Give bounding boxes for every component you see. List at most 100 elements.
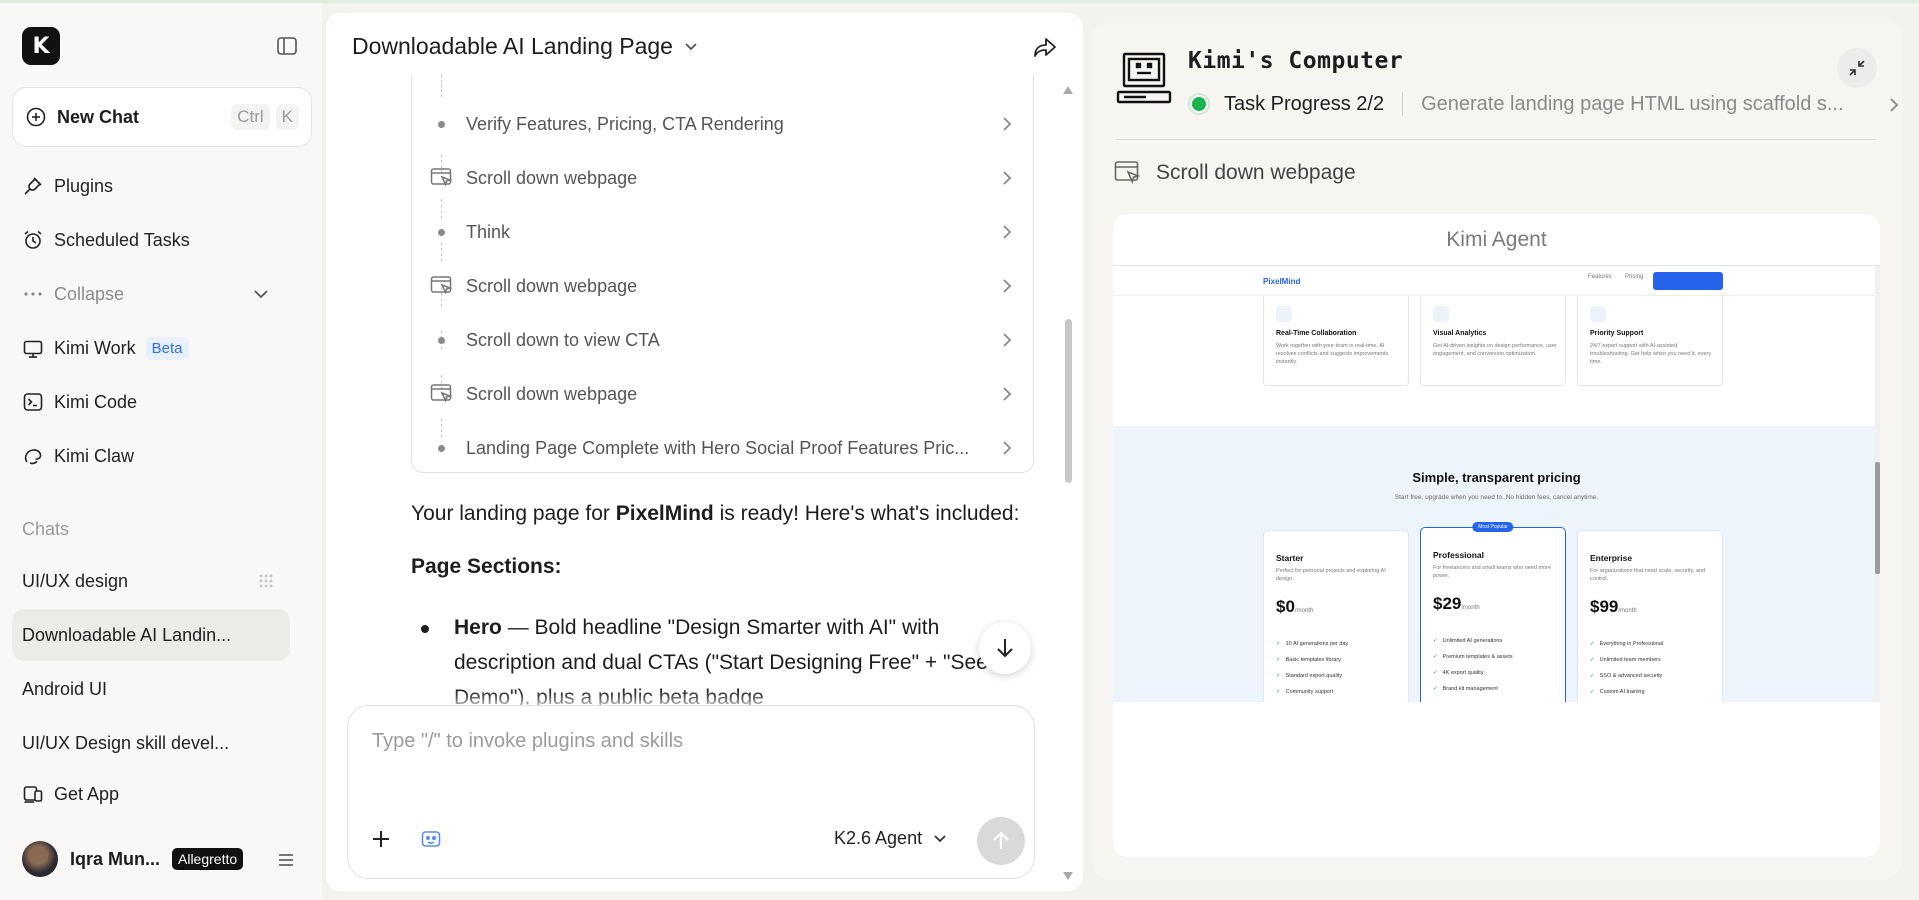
plan-price-value: $29: [1433, 594, 1462, 613]
plug-icon: [24, 177, 42, 195]
site-brand: PixelMind: [1263, 277, 1301, 286]
kimis-computer-panel: Kimi's Computer Task Progress 2/2 Genera…: [1092, 22, 1902, 878]
list-bullet: [421, 625, 429, 633]
plan-feature: 4K export quality: [1433, 670, 1484, 676]
plan-name: Professional: [1433, 550, 1485, 560]
beta-badge: Beta: [145, 337, 189, 360]
divider: [1402, 92, 1404, 116]
users-icon: [1276, 306, 1292, 322]
chevron-right-icon: [1003, 333, 1012, 347]
send-button[interactable]: [977, 817, 1025, 865]
step-item[interactable]: Verify Features, Pricing, CTA Rendering: [412, 97, 1035, 151]
browser-title: Kimi Agent: [1113, 214, 1880, 266]
plan-feature: Unlimited AI generations: [1433, 638, 1503, 644]
chevron-down-icon: [254, 290, 268, 299]
plan-price: $29/month: [1433, 594, 1480, 614]
feature-title: Visual Analytics: [1433, 330, 1487, 337]
feature-title: Priority Support: [1590, 330, 1644, 337]
chevron-right-icon: [1003, 387, 1012, 401]
hamburger-menu-icon[interactable]: [276, 851, 296, 869]
step-item[interactable]: Scroll down webpage: [412, 367, 1035, 421]
plan-badge: Allegretto: [172, 848, 244, 870]
pricing-card-professional: Most Popular Professional For freelancer…: [1420, 522, 1566, 702]
chevron-right-icon: [1003, 117, 1012, 131]
sidebar-item-scheduled-tasks[interactable]: Scheduled Tasks: [22, 229, 190, 251]
browser-viewport: Kimi Agent Real-Time Collaboration Work …: [1113, 214, 1880, 857]
plan-price-value: $0: [1276, 597, 1295, 616]
status-indicator: [1188, 93, 1210, 115]
header-divider: [1116, 139, 1876, 140]
site-nav-link[interactable]: Features: [1588, 274, 1612, 280]
chat-item-label: UI/UX Design skill devel...: [22, 732, 230, 753]
plus-icon[interactable]: [370, 828, 392, 850]
sidebar-toggle-icon[interactable]: [276, 35, 298, 57]
step-item[interactable]: Landing Page Complete with Hero Social P…: [412, 421, 1035, 475]
scroll-down-arrow-icon[interactable]: [1062, 871, 1074, 881]
sidebar-item-label: Kimi Claw: [54, 445, 135, 466]
sidebar-item-kimi-claw[interactable]: Kimi Claw: [22, 445, 134, 467]
collapse-panel-button[interactable]: [1837, 48, 1877, 88]
chat-item-label: Android UI: [22, 678, 108, 699]
scroll-to-bottom-button[interactable]: [979, 622, 1031, 674]
message-composer[interactable]: Type "/" to invoke plugins and skills K2…: [347, 705, 1035, 879]
scroll-up-arrow-icon[interactable]: [1062, 85, 1074, 95]
plan-price: $0/month: [1276, 597, 1313, 617]
most-popular-badge: Most Popular: [1472, 522, 1514, 532]
chats-section-label: Chats: [22, 519, 70, 539]
sidebar-collapse-toggle[interactable]: Collapse: [22, 283, 272, 305]
chat-item-ui-ux-design[interactable]: UI/UX design: [12, 555, 290, 607]
list-item-title: Hero: [454, 616, 502, 639]
step-item[interactable]: Think: [412, 205, 1035, 259]
step-item[interactable]: Scroll down webpage: [412, 259, 1035, 313]
sidebar-item-label: Kimi Code: [54, 391, 138, 412]
chat-panel: Downloadable AI Landing Page Verify Feat…: [326, 13, 1083, 891]
webpage-scrollbar-thumb[interactable]: [1875, 462, 1880, 574]
chat-title-dropdown[interactable]: Downloadable AI Landing Page: [352, 33, 699, 60]
browser-cursor-icon: [1114, 161, 1141, 185]
step-item[interactable]: Scroll down webpage: [412, 151, 1035, 205]
skill-robot-icon[interactable]: [420, 828, 442, 850]
feature-desc: Get AI-driven insights on design perform…: [1433, 343, 1557, 357]
shortcut-k: K: [275, 104, 299, 130]
avatar[interactable]: [22, 841, 58, 877]
site-cta-button[interactable]: [1653, 272, 1723, 290]
terminal-icon: [23, 393, 43, 411]
list-item-text: — Bold headline "Design Smarter with AI"…: [454, 616, 988, 709]
chat-item-downloadable-ai-landing[interactable]: Downloadable AI Landin...: [12, 609, 290, 661]
feature-card: Priority Support 24/7 expert support wit…: [1577, 296, 1723, 386]
chat-item-ui-ux-design-skill[interactable]: UI/UX Design skill devel...: [12, 717, 290, 769]
plan-period: /month: [1618, 608, 1637, 614]
user-name: Iqra Mun...: [70, 848, 160, 869]
plan-desc: Perfect for personal projects and explor…: [1276, 568, 1386, 582]
sidebar-item-kimi-code[interactable]: Kimi Code: [22, 391, 137, 413]
step-item[interactable]: Scroll down to view CTA: [412, 313, 1035, 367]
new-chat-button[interactable]: New Chat Ctrl K: [12, 87, 312, 147]
bar-chart-icon: [1433, 306, 1449, 322]
sidebar-item-kimi-work[interactable]: Kimi Work Beta: [22, 337, 189, 360]
chevron-right-icon: [1003, 225, 1012, 239]
message-text-post: is ready! Here's what's included:: [713, 502, 1020, 525]
browser-cursor-icon: [430, 384, 453, 403]
webpage-preview[interactable]: Real-Time Collaboration Work together wi…: [1113, 266, 1880, 702]
drag-handle-icon[interactable]: [258, 573, 274, 589]
chat-scrollbar-thumb[interactable]: [1065, 319, 1072, 483]
webpage-scrollbar[interactable]: [1875, 266, 1880, 702]
chat-item-android-ui[interactable]: Android UI: [12, 663, 290, 715]
browser-cursor-icon: [430, 276, 453, 295]
task-steps-list: Verify Features, Pricing, CTA Rendering …: [411, 75, 1034, 473]
task-progress-row[interactable]: Task Progress 2/2 Generate landing page …: [1188, 88, 1899, 120]
retro-computer-icon: [1116, 52, 1172, 104]
user-profile[interactable]: Iqra Mun... Allegretto: [22, 841, 244, 877]
kimi-logo[interactable]: K: [22, 27, 60, 65]
step-label: Scroll down webpage: [466, 383, 638, 404]
model-selector[interactable]: K2.6 Agent: [834, 828, 948, 849]
site-nav-link[interactable]: Pricing: [1625, 274, 1643, 280]
plan-feature: Premium templates & assets: [1433, 654, 1513, 660]
share-icon[interactable]: [1032, 35, 1058, 61]
sidebar-item-plugins[interactable]: Plugins: [22, 175, 113, 197]
composer-placeholder[interactable]: Type "/" to invoke plugins and skills: [372, 730, 683, 753]
chevron-right-icon: [1003, 441, 1012, 455]
chevron-right-icon: [1003, 279, 1012, 293]
get-app-button[interactable]: Get App: [22, 783, 119, 805]
plan-feature: Community support: [1276, 689, 1334, 695]
